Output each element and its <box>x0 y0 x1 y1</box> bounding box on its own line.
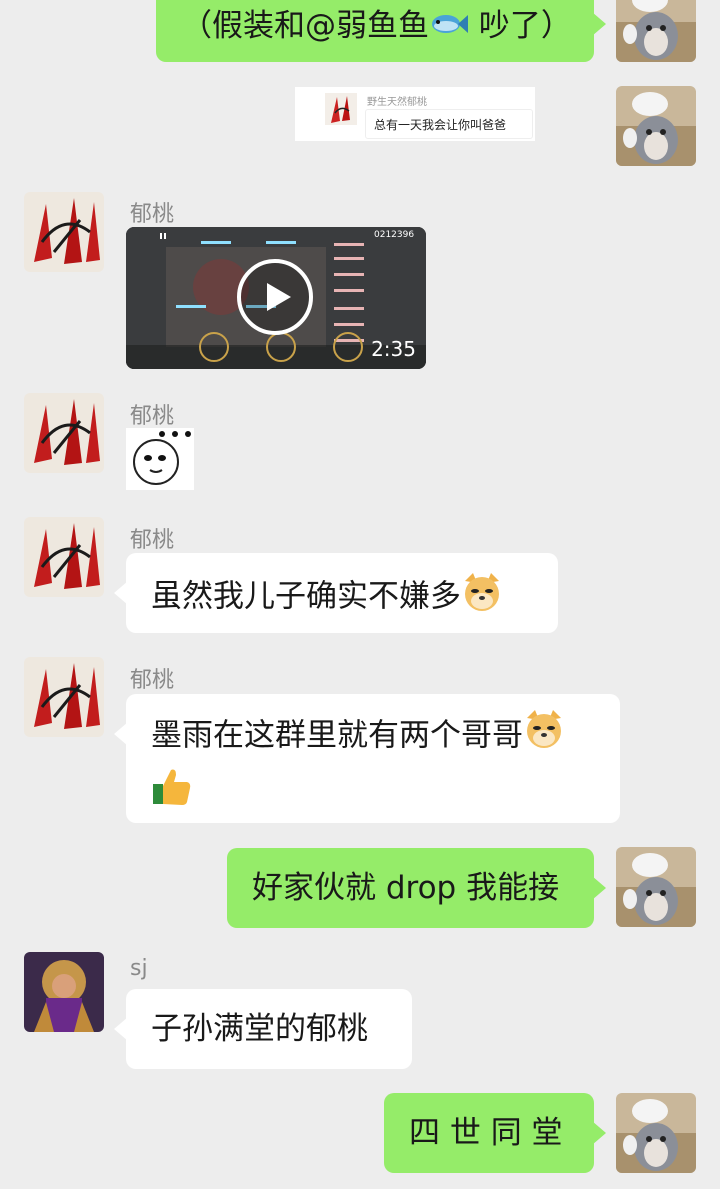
message-bubble-other[interactable]: 墨雨在这群里就有两个哥哥 <box>114 694 620 824</box>
message-text: 墨雨在这群里就有两个哥哥 <box>151 717 523 754</box>
sender-name: 郁桃 <box>130 404 175 429</box>
self-avatar[interactable] <box>616 847 696 927</box>
fish-emoji-icon <box>429 6 469 50</box>
message-bubble-other[interactable]: 子孙满堂的郁桃 <box>114 989 412 1069</box>
quote-text-box: 总有一天我会让你叫爸爸 <box>365 109 533 139</box>
self-avatar[interactable] <box>616 0 696 62</box>
video-counter: 0212396 <box>374 230 415 240</box>
doge-emoji-icon <box>523 708 565 766</box>
message-bubble-self[interactable]: 四 世 同 堂 <box>384 1093 606 1173</box>
message-text: （假装和@弱鱼鱼 <box>181 8 429 44</box>
contact-avatar[interactable] <box>24 192 104 272</box>
ellipsis-face-sticker-icon[interactable] <box>126 428 194 490</box>
sender-name: sj <box>130 956 148 981</box>
sj-avatar[interactable] <box>24 952 104 1032</box>
thumbs-up-emoji-icon <box>151 766 193 824</box>
message-text: 四 世 同 堂 <box>409 1115 563 1151</box>
sender-name: 郁桃 <box>130 528 175 553</box>
quote-avatar <box>325 93 357 125</box>
message-bubble-self[interactable]: 好家伙就 drop 我能接 <box>227 848 606 928</box>
quote-card[interactable]: 野生天然郁桃 总有一天我会让你叫爸爸 <box>295 87 535 141</box>
self-avatar[interactable] <box>616 1093 696 1173</box>
message-text-tail: 吵了） <box>469 8 572 44</box>
sender-name: 郁桃 <box>130 668 175 693</box>
message-text: 子孙满堂的郁桃 <box>151 1011 368 1047</box>
contact-avatar[interactable] <box>24 657 104 737</box>
message-bubble-other[interactable]: 虽然我儿子确实不嫌多 <box>114 553 558 633</box>
video-duration: 2:35 <box>371 337 416 361</box>
play-icon[interactable] <box>237 259 313 335</box>
contact-avatar[interactable] <box>24 517 104 597</box>
contact-avatar[interactable] <box>24 393 104 473</box>
message-bubble-self[interactable]: （假装和@弱鱼鱼 吵了） <box>156 0 606 62</box>
quote-text: 总有一天我会让你叫爸爸 <box>374 118 507 132</box>
message-text: 好家伙就 drop 我能接 <box>252 870 560 906</box>
video-message[interactable]: 0212396 2:35 <box>126 227 426 369</box>
doge-emoji-icon <box>461 571 503 625</box>
quote-sender: 野生天然郁桃 <box>367 97 427 108</box>
sender-name: 郁桃 <box>130 202 175 227</box>
message-text: 虽然我儿子确实不嫌多 <box>151 578 461 615</box>
self-avatar[interactable] <box>616 86 696 166</box>
